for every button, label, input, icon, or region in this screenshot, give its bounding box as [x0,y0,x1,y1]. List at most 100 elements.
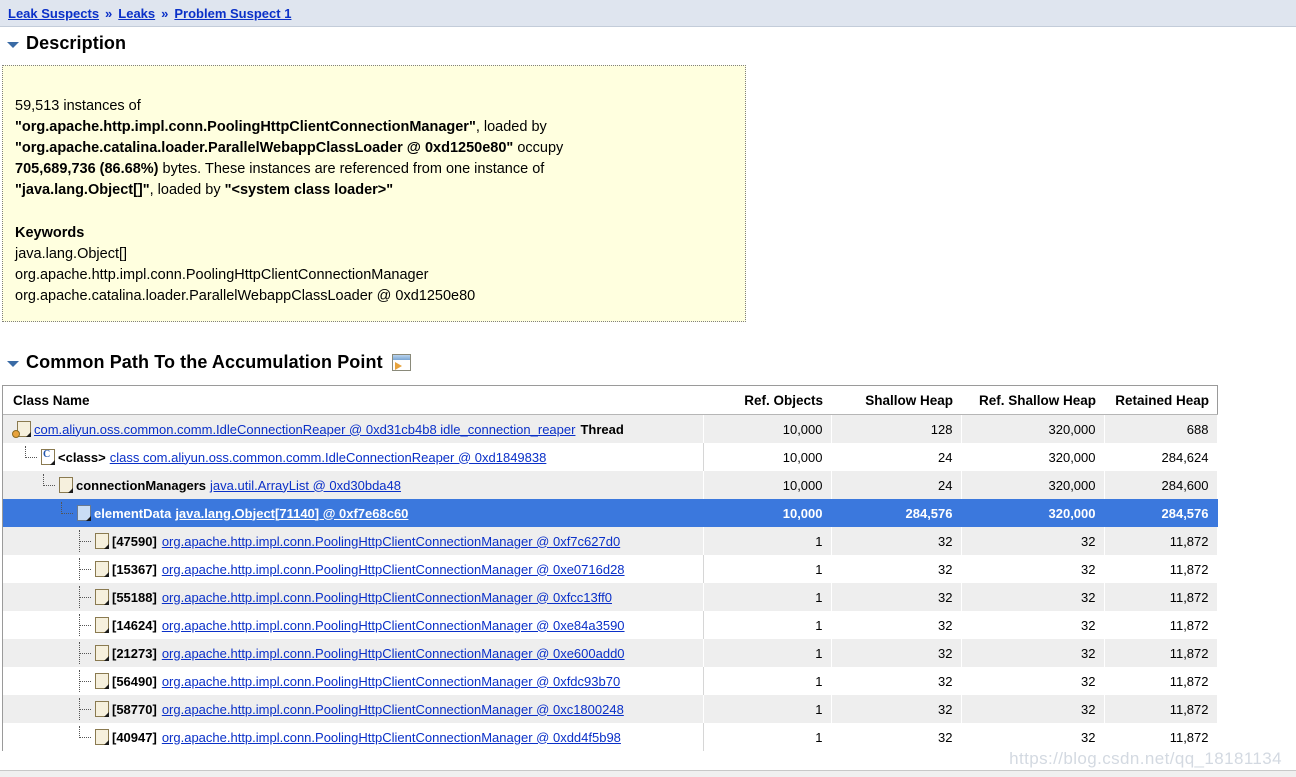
cell-retained-heap: 284,600 [1104,471,1218,499]
row-field-label: [21273] [112,645,157,661]
object-link[interactable]: org.apache.http.impl.conn.PoolingHttpCli… [162,646,625,661]
cell-class-name[interactable]: com.aliyun.oss.common.comm.IdleConnectio… [3,414,704,443]
cell-retained-heap: 11,872 [1104,583,1218,611]
description-line-1: 59,513 instances of [15,98,141,114]
object-icon [95,645,109,661]
cell-retained-heap: 11,872 [1104,723,1218,751]
cell-shallow-heap: 32 [831,611,962,639]
table-row[interactable]: [55188] org.apache.http.impl.conn.Pooling… [3,583,1218,611]
tree-connector-icon [75,614,95,636]
breadcrumb-item-leaks[interactable]: Leaks [118,6,155,21]
object-link[interactable]: class com.aliyun.oss.common.comm.IdleCon… [110,450,547,465]
cell-ref-objects: 1 [703,723,832,751]
cell-class-name[interactable]: elementData java.lang.Object[71140] @ 0xf… [3,499,704,527]
object-link[interactable]: org.apache.http.impl.conn.PoolingHttpCli… [162,618,625,633]
table-row[interactable]: [58770] org.apache.http.impl.conn.Pooling… [3,695,1218,723]
cell-class-name[interactable]: [15367] org.apache.http.impl.conn.Pooling… [3,555,704,583]
table-row[interactable]: [40947] org.apache.http.impl.conn.Pooling… [3,723,1218,751]
table-row[interactable]: [14624] org.apache.http.impl.conn.Pooling… [3,611,1218,639]
cell-ref-shallow-heap: 32 [961,639,1105,667]
column-header-retained-heap[interactable]: Retained Heap [1104,386,1217,415]
cell-ref-objects: 1 [703,555,832,583]
row-field-label: elementData [94,505,172,521]
table-row[interactable]: [21273] org.apache.http.impl.conn.Pooling… [3,639,1218,667]
object-link[interactable]: org.apache.http.impl.conn.PoolingHttpCli… [162,730,621,745]
cell-class-name[interactable]: [47590] org.apache.http.impl.conn.Pooling… [3,527,704,555]
cell-ref-objects: 10,000 [703,414,832,443]
cell-shallow-heap: 32 [831,555,962,583]
cell-retained-heap: 11,872 [1104,695,1218,723]
triangle-down-icon[interactable] [4,354,22,372]
tree-connector-icon [75,698,95,720]
cell-class-name[interactable]: [40947] org.apache.http.impl.conn.Pooling… [3,723,704,751]
object-link[interactable]: java.util.ArrayList @ 0xd30bda48 [210,478,401,493]
object-icon [95,533,109,549]
cell-class-name[interactable]: [56490] org.apache.http.impl.conn.Pooling… [3,667,704,695]
description-section-title: Description [26,33,127,53]
cell-shallow-heap: 284,576 [831,499,962,527]
cell-shallow-heap: 32 [831,723,962,751]
object-link[interactable]: org.apache.http.impl.conn.PoolingHttpCli… [162,590,612,605]
description-line-2-tail: , loaded by [475,119,547,135]
triangle-down-icon[interactable] [4,35,22,53]
row-field-label: [56490] [112,673,157,689]
object-link[interactable]: com.aliyun.oss.common.comm.IdleConnectio… [34,422,575,437]
description-line-5-mid: , loaded by [149,182,225,198]
row-field-label: [58770] [112,701,157,717]
column-header-ref-objects[interactable]: Ref. Objects [703,386,831,415]
cell-ref-shallow-heap: 32 [961,583,1105,611]
object-link[interactable]: org.apache.http.impl.conn.PoolingHttpCli… [162,702,624,717]
cell-class-name[interactable]: connectionManagers java.util.ArrayList @ … [3,471,704,499]
table-row[interactable]: elementData java.lang.Object[71140] @ 0xf… [3,499,1218,527]
mat-report-page: Leak Suspects » Leaks » Problem Suspect … [0,0,1296,777]
object-link[interactable]: org.apache.http.impl.conn.PoolingHttpCli… [162,562,625,577]
export-window-icon[interactable] [391,354,411,371]
cell-ref-shallow-heap: 32 [961,667,1105,695]
description-line-4-tail: bytes. These instances are referenced fr… [158,161,545,177]
row-field-label: [55188] [112,589,157,605]
description-section-header[interactable]: Description [0,33,1296,54]
table-row[interactable]: com.aliyun.oss.common.comm.IdleConnectio… [3,414,1218,443]
object-thread-icon [12,421,31,438]
table-row[interactable]: [15367] org.apache.http.impl.conn.Pooling… [3,555,1218,583]
cell-class-name[interactable]: [21273] org.apache.http.impl.conn.Pooling… [3,639,704,667]
object-link[interactable]: org.apache.http.impl.conn.PoolingHttpCli… [162,674,620,689]
row-field-label: [40947] [112,729,157,745]
table-row[interactable]: connectionManagers java.util.ArrayList @ … [3,471,1218,499]
breadcrumb-item-problem-suspect-1[interactable]: Problem Suspect 1 [174,6,291,21]
cell-class-name[interactable]: [14624] org.apache.http.impl.conn.Pooling… [3,611,704,639]
cell-class-name[interactable]: <class> class com.aliyun.oss.common.comm.… [3,443,704,471]
accumulation-path-table: Class Name Ref. Objects Shallow Heap Ref… [2,385,1218,751]
cell-ref-shallow-heap: 320,000 [961,414,1105,443]
cell-ref-shallow-heap: 32 [961,723,1105,751]
column-header-ref-shallow-heap[interactable]: Ref. Shallow Heap [961,386,1104,415]
row-field-label: connectionManagers [76,477,207,493]
cell-class-name[interactable]: [55188] org.apache.http.impl.conn.Pooling… [3,583,704,611]
breadcrumb-item-leak-suspects[interactable]: Leak Suspects [8,6,99,21]
horizontal-scrollbar[interactable] [0,770,1296,777]
table-row[interactable]: [47590] org.apache.http.impl.conn.Pooling… [3,527,1218,555]
column-header-class-name[interactable]: Class Name [3,386,703,415]
cell-ref-objects: 1 [703,583,832,611]
tree-connector-icon [75,558,95,580]
cell-retained-heap: 284,624 [1104,443,1218,471]
common-path-section-title: Common Path To the Accumulation Point [26,352,383,372]
table-row[interactable]: <class> class com.aliyun.oss.common.comm.… [3,443,1218,471]
cell-class-name[interactable]: [58770] org.apache.http.impl.conn.Pooling… [3,695,704,723]
cell-shallow-heap: 32 [831,527,962,555]
object-link[interactable]: java.lang.Object[71140] @ 0xf7e68c60 [175,506,408,521]
common-path-section-header[interactable]: Common Path To the Accumulation Point [0,352,1296,373]
tree-connector-icon [75,726,95,748]
table-row[interactable]: [56490] org.apache.http.impl.conn.Pooling… [3,667,1218,695]
column-header-shallow-heap[interactable]: Shallow Heap [831,386,961,415]
object-link[interactable]: org.apache.http.impl.conn.PoolingHttpCli… [162,534,620,549]
keyword-item: org.apache.http.impl.conn.PoolingHttpCli… [15,267,429,283]
cell-shallow-heap: 128 [831,414,962,443]
object-icon [95,701,109,717]
cell-ref-shallow-heap: 32 [961,695,1105,723]
